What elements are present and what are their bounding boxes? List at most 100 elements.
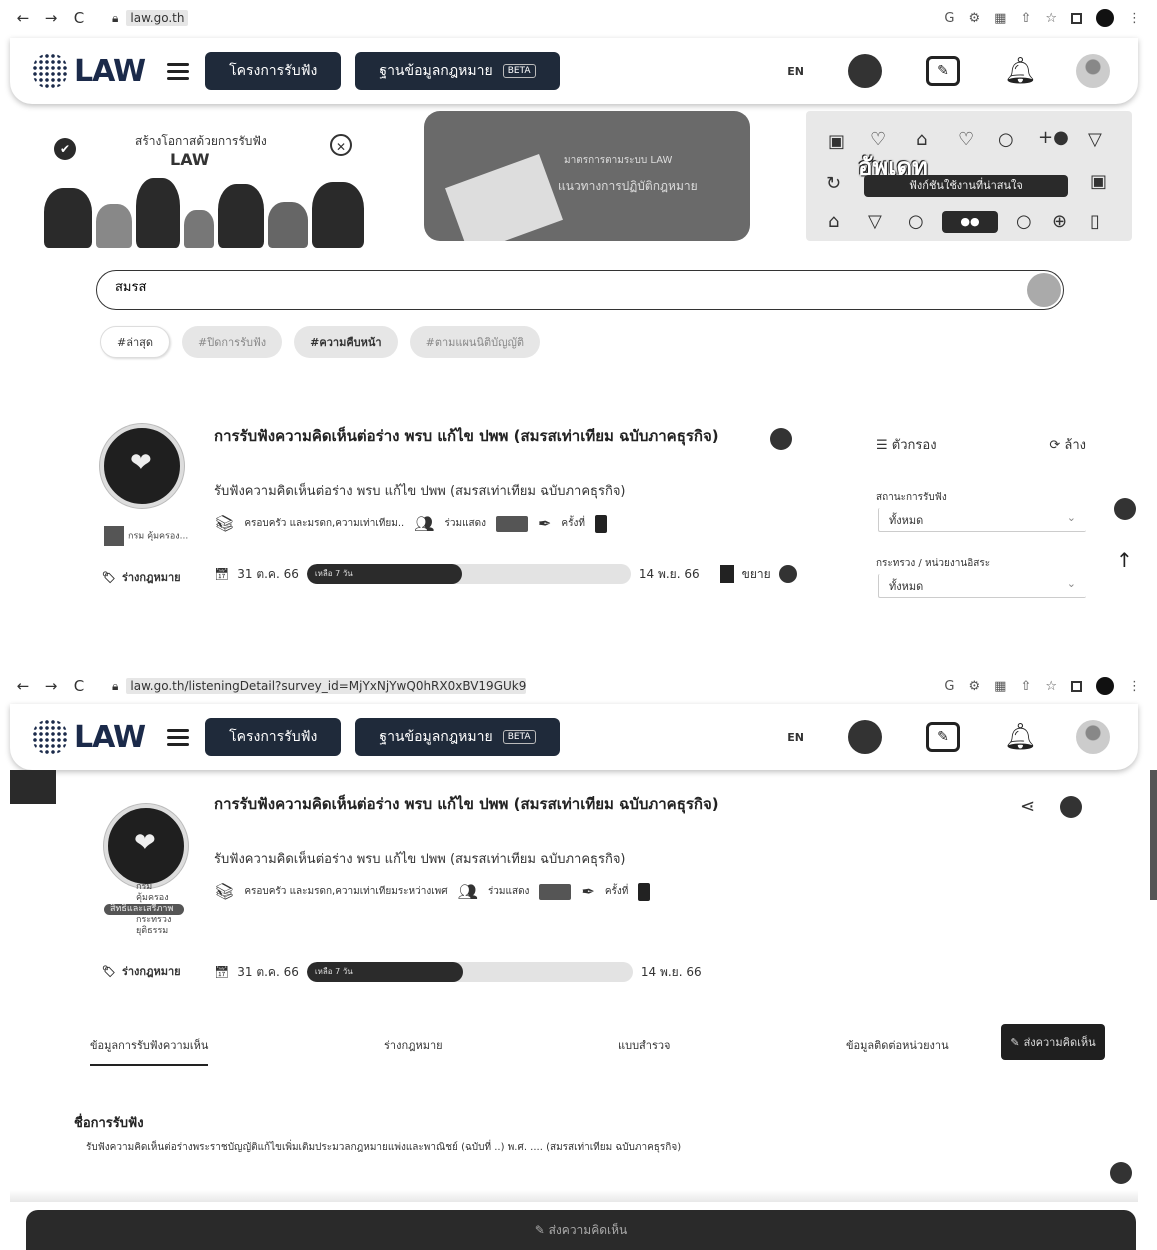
ministry-select[interactable]: ทั้งหมด ⌄ <box>878 574 1086 598</box>
nav-law-database[interactable]: ฐานข้อมูลกฎหมาย BETA <box>355 718 560 756</box>
banner-listening[interactable]: สร้างโอกาสด้วยการรับฟัง LAW ✔ ✕ ✔ <box>40 118 380 248</box>
bottom-send-opinion-button[interactable]: ✎ ส่งความคิดเห็น <box>26 1210 1136 1250</box>
project-avatar[interactable] <box>100 424 184 508</box>
back-arrow-icon[interactable]: ← <box>16 9 30 27</box>
feedback-chat-icon[interactable]: ✎ <box>926 56 960 86</box>
send-opinion-button[interactable]: ✎ ส่งความคิดเห็น <box>1001 1024 1105 1060</box>
tab-agency-contact[interactable]: ข้อมูลติดต่อหน่วยงาน <box>846 1036 949 1054</box>
extension-icon-2[interactable]: ▦ <box>994 11 1006 26</box>
times-count <box>594 514 607 533</box>
floating-chat-icon[interactable] <box>1114 498 1136 520</box>
extend-label[interactable]: ขยาย <box>742 565 771 584</box>
refresh-icon: ⟳ <box>1049 438 1065 453</box>
org-line-3: สิทธิและเสรีภาพ <box>104 904 184 915</box>
search-input[interactable] <box>115 279 965 294</box>
clear-filter-button[interactable]: ⟳ ล้าง <box>1049 434 1086 455</box>
lock-icon: 🔒︎ <box>112 10 119 25</box>
share-page-icon[interactable]: ⇧ <box>1020 679 1031 694</box>
back-arrow-icon[interactable]: ← <box>16 677 30 695</box>
more-menu-icon[interactable]: ⋮ <box>1128 11 1141 26</box>
profile-icon[interactable] <box>1096 677 1114 695</box>
chip-latest[interactable]: #ล่าสุด <box>100 326 170 358</box>
tab-listening-info[interactable]: ข้อมูลการรับฟังความเห็น <box>90 1036 209 1066</box>
user-avatar[interactable] <box>1076 54 1110 88</box>
window-icon[interactable] <box>1071 680 1082 692</box>
extension-icon-2[interactable]: ▦ <box>994 679 1006 694</box>
chip-legislative-plan[interactable]: #ตามแผนนิติบัญญัติ <box>409 326 540 358</box>
org-line-5: ยุติธรรม <box>136 926 169 936</box>
law-logo[interactable]: LAW <box>32 719 146 755</box>
site-header-top: LAW โครงการรับฟัง ฐานข้อมูลกฎหมาย BETA EN… <box>10 38 1138 104</box>
language-toggle[interactable]: EN <box>787 731 804 744</box>
google-icon[interactable]: G <box>944 11 954 26</box>
reload-icon[interactable]: C <box>72 9 86 27</box>
side-tab-marker <box>10 770 56 804</box>
share-icon[interactable]: ⋖ <box>1020 796 1035 817</box>
tab-draft-law[interactable]: ร่างกฎหมาย <box>384 1036 443 1054</box>
tag-label: ร่างกฎหมาย <box>121 965 181 978</box>
favorite-icon[interactable] <box>770 428 792 450</box>
forward-arrow-icon[interactable]: → <box>44 677 58 695</box>
address-bar[interactable]: 🔒︎ law.go.th/listeningDetail?survey_id=M… <box>112 678 527 694</box>
share-page-icon[interactable]: ⇧ <box>1020 11 1031 26</box>
tag-draft-law[interactable]: 🏷︎ ร่างกฎหมาย <box>102 962 181 980</box>
user-avatar[interactable] <box>1076 720 1110 754</box>
law-logo[interactable]: LAW <box>32 53 146 89</box>
language-toggle[interactable]: EN <box>787 65 804 78</box>
info-icon[interactable] <box>778 565 797 583</box>
address-bar[interactable]: 🔒︎ law.go.th <box>112 10 189 26</box>
notification-bell-icon[interactable]: 🔔︎ <box>1004 722 1037 752</box>
tab-survey[interactable]: แบบสำรวจ <box>618 1036 670 1054</box>
extension-icon[interactable]: ⚙ <box>968 11 980 26</box>
ministry-selected-value: ทั้งหมด <box>889 580 924 593</box>
beta-badge: BETA <box>502 730 536 744</box>
forward-arrow-icon[interactable]: → <box>44 9 58 27</box>
reload-icon[interactable]: C <box>72 677 86 695</box>
scrollbar[interactable] <box>1150 770 1157 900</box>
banner-law-guide[interactable]: มาตรการตามระบบ LAW แนวทางการปฏิบัติกฎหมา… <box>424 111 750 241</box>
notification-bell-icon[interactable]: 🔔︎ <box>1004 56 1037 86</box>
result-title[interactable]: การรับฟังความคิดเห็นต่อร่าง พรบ แก้ไข ปพ… <box>214 424 719 448</box>
hamburger-menu-icon[interactable] <box>167 728 190 746</box>
add-user-icon: +● <box>1038 127 1069 148</box>
chip-progress[interactable]: #ความคืบหน้า <box>294 326 398 358</box>
times-label: ครั้งที่ <box>561 518 585 529</box>
floating-chat-icon[interactable] <box>1110 1162 1132 1184</box>
extension-icon[interactable]: ⚙ <box>968 679 980 694</box>
filter-toggle[interactable]: ☰ ตัวกรอง <box>876 434 937 455</box>
nav-listening-projects[interactable]: โครงการรับฟัง <box>205 52 342 90</box>
ministry-filter-label: กระทรวง / หน่วยงานอิสระ <box>876 558 991 569</box>
accessibility-icon[interactable] <box>848 720 882 754</box>
favorite-icon[interactable] <box>1060 796 1082 818</box>
group-icon: 👥︎ <box>457 882 478 901</box>
participants-label: ร่วมแสดง <box>444 518 486 529</box>
nav-law-database[interactable]: ฐานข้อมูลกฎหมาย BETA <box>355 52 560 90</box>
remaining-days: เหลือ 7 วัน <box>314 967 353 976</box>
extend-icon <box>719 565 734 583</box>
org-icon <box>104 526 124 546</box>
feedback-chat-icon[interactable]: ✎ <box>926 722 960 752</box>
more-menu-icon[interactable]: ⋮ <box>1128 679 1141 694</box>
pen-icon: ✒ <box>581 882 595 901</box>
profile-icon[interactable] <box>1096 9 1114 27</box>
participants-count <box>496 515 528 532</box>
bottom-send-label: ส่งความคิดเห็น <box>548 1222 628 1237</box>
google-icon[interactable]: G <box>944 679 954 694</box>
org-badge: กรม คุ้มครอง... <box>104 526 188 546</box>
org-line-1: กรม <box>136 882 153 892</box>
nav-database-label: ฐานข้อมูลกฎหมาย <box>379 729 493 745</box>
scroll-top-icon[interactable]: ↑ <box>1116 548 1133 572</box>
banner-update[interactable]: ▣ ♡ ⌂ ♡ ○ +● ▽ ↻ ▣ ⌂ ▽ ○ ○ ⊕ ▯ อัพเดท ฟั… <box>806 111 1132 241</box>
filter-header: ☰ ตัวกรอง ⟳ ล้าง <box>876 434 1086 455</box>
window-icon[interactable] <box>1071 12 1082 24</box>
hamburger-menu-icon[interactable] <box>167 62 190 80</box>
url-text: law.go.th/listeningDetail?survey_id=MjYx… <box>126 678 527 694</box>
chip-closed[interactable]: #ปิดการรับฟัง <box>182 326 283 358</box>
bookmark-star-icon[interactable]: ☆ <box>1045 11 1057 26</box>
accessibility-icon[interactable] <box>848 54 882 88</box>
status-select[interactable]: ทั้งหมด ⌄ <box>878 508 1086 532</box>
search-button[interactable] <box>1027 273 1061 307</box>
nav-listening-projects[interactable]: โครงการรับฟัง <box>205 718 342 756</box>
tag-draft-law[interactable]: 🏷︎ ร่างกฎหมาย <box>102 568 181 586</box>
bookmark-star-icon[interactable]: ☆ <box>1045 679 1057 694</box>
